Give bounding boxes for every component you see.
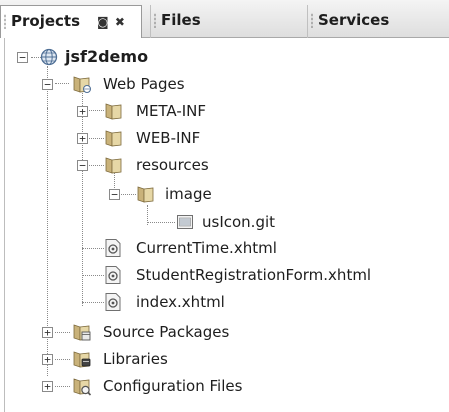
folder-icon bbox=[137, 186, 154, 203]
configuration-files-icon bbox=[73, 378, 92, 396]
node-label: usIcon.git bbox=[202, 213, 276, 231]
web-pages-folder-icon bbox=[73, 76, 91, 93]
tab-files-label: Files bbox=[161, 11, 201, 29]
folder-icon bbox=[105, 103, 122, 120]
tab-grip[interactable] bbox=[4, 14, 6, 29]
tree-node-currenttime-xhtml[interactable]: CurrentTime.xhtml bbox=[0, 235, 449, 261]
tab-services-label: Services bbox=[318, 11, 390, 29]
libraries-icon bbox=[73, 351, 91, 368]
tree-node-libraries[interactable]: + Libraries bbox=[0, 346, 449, 372]
node-label: WEB-INF bbox=[136, 129, 201, 147]
tree-node-source-packages[interactable]: + Source Packages bbox=[0, 319, 449, 345]
node-label: Source Packages bbox=[103, 323, 230, 341]
collapse-toggle[interactable]: − bbox=[109, 189, 120, 200]
expand-toggle[interactable]: + bbox=[77, 133, 88, 144]
project-tree: − jsf2demo − Web Pages + META-INF + WEB-… bbox=[0, 38, 449, 412]
node-label: CurrentTime.xhtml bbox=[136, 239, 277, 257]
tree-node-usicon-file[interactable]: usIcon.git bbox=[0, 209, 449, 235]
node-label: META-INF bbox=[136, 102, 207, 120]
node-label: index.xhtml bbox=[136, 293, 225, 311]
node-label: image bbox=[165, 185, 212, 203]
tab-projects-label: Projects bbox=[11, 12, 81, 30]
project-name: jsf2demo bbox=[65, 47, 149, 66]
tree-node-configuration-files[interactable]: + Configuration Files bbox=[0, 373, 449, 399]
tree-node-studentregistrationform-xhtml[interactable]: StudentRegistrationForm.xhtml bbox=[0, 262, 449, 288]
expand-toggle[interactable]: + bbox=[42, 381, 53, 392]
source-packages-icon bbox=[73, 324, 91, 341]
tab-grip[interactable] bbox=[154, 13, 156, 28]
xhtml-file-icon bbox=[105, 266, 121, 284]
explorer-tab-bar: Projects ◙ ✖ Files Services bbox=[0, 0, 449, 38]
tree-node-index-xhtml[interactable]: index.xhtml bbox=[0, 289, 449, 315]
expand-toggle[interactable]: + bbox=[77, 106, 88, 117]
node-label: Web Pages bbox=[103, 75, 185, 93]
node-label: StudentRegistrationForm.xhtml bbox=[136, 266, 372, 284]
tree-node-web-pages[interactable]: − Web Pages bbox=[0, 71, 449, 97]
expand-toggle[interactable]: + bbox=[42, 354, 53, 365]
folder-icon bbox=[105, 130, 122, 147]
node-label: Configuration Files bbox=[103, 377, 243, 395]
tab-files[interactable]: Files bbox=[150, 5, 300, 38]
image-file-icon bbox=[177, 215, 193, 229]
collapse-toggle[interactable]: − bbox=[77, 160, 88, 171]
collapse-toggle[interactable]: − bbox=[17, 52, 28, 63]
close-tab-icon[interactable]: ✖ bbox=[115, 15, 126, 29]
xhtml-file-icon bbox=[105, 239, 121, 257]
xhtml-file-icon bbox=[105, 293, 121, 311]
globe-icon bbox=[40, 48, 58, 66]
tab-services[interactable]: Services bbox=[307, 5, 449, 38]
node-label: Libraries bbox=[103, 350, 168, 368]
tree-node-resources[interactable]: − resources bbox=[0, 152, 449, 178]
expand-toggle[interactable]: + bbox=[42, 327, 53, 338]
minimize-window-icon[interactable]: ◙ bbox=[97, 15, 110, 29]
tree-node-meta-inf[interactable]: + META-INF bbox=[0, 98, 449, 124]
tab-grip[interactable] bbox=[311, 13, 313, 28]
folder-icon bbox=[105, 157, 122, 174]
node-label: resources bbox=[136, 156, 209, 174]
tab-projects[interactable]: Projects ◙ ✖ bbox=[0, 5, 142, 38]
tab-projects-tools: ◙ ✖ bbox=[97, 7, 126, 37]
tree-node-project-jsf2demo[interactable]: − jsf2demo bbox=[0, 44, 449, 70]
collapse-toggle[interactable]: − bbox=[42, 79, 53, 90]
tree-node-web-inf[interactable]: + WEB-INF bbox=[0, 125, 449, 151]
tree-node-image-folder[interactable]: − image bbox=[0, 181, 449, 207]
